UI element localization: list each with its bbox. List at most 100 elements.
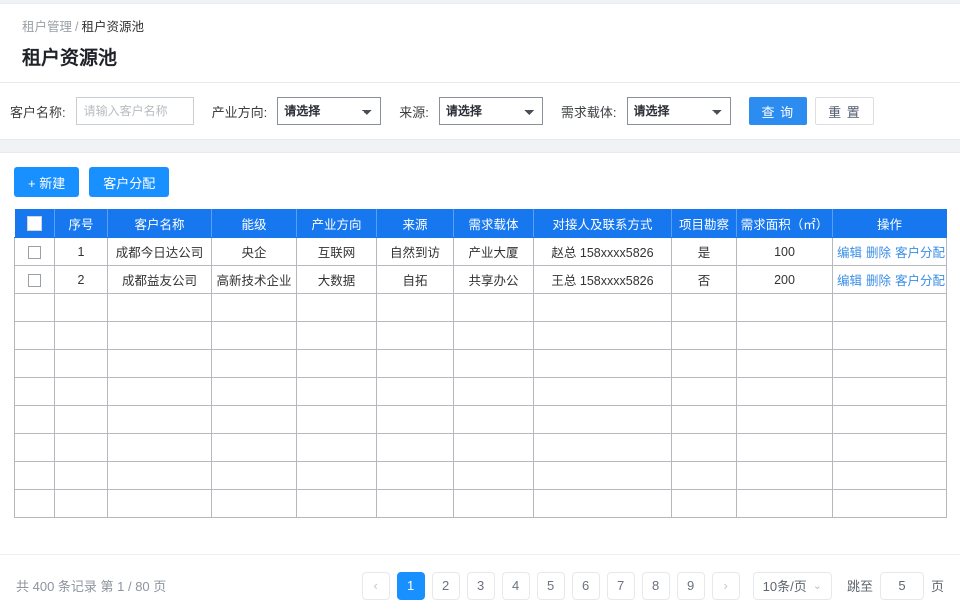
empty-cell: [211, 377, 297, 406]
carrier-label: 需求载体:: [560, 104, 617, 120]
empty-cell: [736, 321, 833, 350]
source-select[interactable]: 请选择: [438, 97, 543, 125]
empty-cell: [533, 349, 672, 378]
empty-cell: [376, 349, 454, 378]
pagination-page-button[interactable]: 2: [431, 571, 460, 600]
table-empty-row: [14, 405, 947, 434]
table-empty-rows: [14, 293, 947, 518]
chevron-down-icon: ⌄: [812, 580, 822, 592]
column-header-customer: 客户名称: [107, 209, 212, 238]
pagination-page-button[interactable]: 3: [466, 571, 495, 600]
empty-cell: [533, 321, 672, 350]
empty-cell: [14, 405, 55, 434]
empty-cell: [296, 405, 377, 434]
delete-link[interactable]: 删除: [866, 246, 891, 260]
chevron-right-icon: ›: [723, 578, 728, 593]
empty-cell: [832, 321, 947, 350]
cell-index: 2: [54, 265, 108, 294]
empty-cell: [453, 405, 534, 434]
column-header-level: 能级: [211, 209, 297, 238]
table-row[interactable]: 2 成都益友公司 高新技术企业 大数据 自拓 共享办公 王总 158xxxx58…: [14, 265, 947, 294]
cell-index: 1: [54, 237, 108, 266]
empty-cell: [296, 377, 377, 406]
empty-cell: [296, 489, 377, 518]
pagination-next-button[interactable]: ›: [711, 571, 740, 600]
cell-area: 200: [736, 265, 833, 294]
empty-cell: [14, 489, 55, 518]
customer-table: 序号 客户名称 能级 产业方向 来源 需求载体 对接人及联系方式 项目勘察 需求…: [14, 209, 947, 518]
empty-cell: [832, 489, 947, 518]
empty-cell: [107, 461, 212, 490]
search-button[interactable]: 查 询: [748, 97, 808, 125]
empty-cell: [736, 405, 833, 434]
edit-link[interactable]: 编辑: [837, 274, 862, 288]
assign-link[interactable]: 客户分配: [895, 274, 945, 288]
breadcrumb-item-parent[interactable]: 租户管理: [22, 20, 72, 34]
cell-carrier: 产业大厦: [453, 237, 534, 266]
action-bar: + 新建 客户分配: [0, 153, 960, 209]
filter-group-industry: 产业方向: 请选择: [212, 97, 382, 125]
empty-cell: [671, 349, 737, 378]
edit-link[interactable]: 编辑: [837, 246, 862, 260]
empty-cell: [296, 293, 377, 322]
page-root: 租户管理/租户资源池 租户资源池 客户名称: 产业方向: 请选择 来源: 请选择…: [0, 0, 960, 616]
table-row[interactable]: 1 成都今日达公司 央企 互联网 自然到访 产业大厦 赵总 158xxxx582…: [14, 237, 947, 266]
row-checkbox[interactable]: [28, 245, 41, 259]
empty-cell: [211, 489, 297, 518]
jump-to-unit: 页: [930, 579, 944, 594]
pagination-prev-button[interactable]: ‹: [361, 571, 390, 600]
empty-cell: [14, 349, 55, 378]
assign-customer-button[interactable]: 客户分配: [89, 167, 170, 197]
row-select-cell: [14, 265, 55, 294]
pagination-page-button[interactable]: 9: [676, 571, 705, 600]
breadcrumb-item-current: 租户资源池: [81, 20, 145, 34]
cell-operations: 编辑 删除 客户分配: [832, 265, 947, 294]
empty-cell: [376, 321, 454, 350]
empty-cell: [296, 321, 377, 350]
empty-cell: [211, 405, 297, 434]
cell-survey: 是: [671, 237, 737, 266]
pagination-page-button[interactable]: 7: [606, 571, 635, 600]
empty-cell: [211, 293, 297, 322]
empty-cell: [296, 433, 377, 462]
page-size-select[interactable]: 10条/页 ⌄: [752, 571, 832, 600]
filter-group-carrier: 需求载体: 请选择: [561, 97, 731, 125]
breadcrumb-separator: /: [75, 20, 79, 34]
cell-operations: 编辑 删除 客户分配: [832, 237, 947, 266]
empty-cell: [376, 489, 454, 518]
empty-cell: [376, 405, 454, 434]
create-button[interactable]: + 新建: [14, 167, 80, 197]
empty-cell: [107, 433, 212, 462]
empty-cell: [14, 377, 55, 406]
filter-group-customer-name: 客户名称:: [10, 97, 194, 125]
column-header-industry: 产业方向: [296, 209, 377, 238]
customer-name-label: 客户名称:: [10, 104, 66, 120]
select-all-checkbox[interactable]: [26, 216, 42, 232]
reset-button[interactable]: 重 置: [815, 97, 874, 125]
pagination-page-button[interactable]: 5: [536, 571, 565, 600]
jump-to-input[interactable]: [879, 571, 924, 600]
empty-cell: [736, 461, 833, 490]
cell-survey: 否: [671, 265, 737, 294]
pagination-page-button[interactable]: 1: [396, 571, 425, 600]
record-count-info: 共 400 条记录 第 1 / 80 页: [16, 579, 167, 594]
delete-link[interactable]: 删除: [866, 274, 891, 288]
empty-cell: [211, 349, 297, 378]
pagination-page-button[interactable]: 8: [641, 571, 670, 600]
industry-select[interactable]: 请选择: [277, 97, 382, 125]
customer-name-input[interactable]: [75, 97, 194, 125]
empty-cell: [14, 321, 55, 350]
empty-cell: [736, 489, 833, 518]
empty-cell: [832, 461, 947, 490]
cell-industry: 大数据: [296, 265, 377, 294]
empty-cell: [14, 433, 55, 462]
industry-label: 产业方向:: [211, 104, 268, 120]
pagination-page-button[interactable]: 6: [571, 571, 600, 600]
table-empty-row: [14, 433, 947, 462]
carrier-select[interactable]: 请选择: [626, 97, 731, 125]
pagination-page-button[interactable]: 4: [501, 571, 530, 600]
empty-cell: [453, 433, 534, 462]
assign-link[interactable]: 客户分配: [895, 246, 945, 260]
row-checkbox[interactable]: [28, 273, 41, 287]
empty-cell: [54, 293, 108, 322]
